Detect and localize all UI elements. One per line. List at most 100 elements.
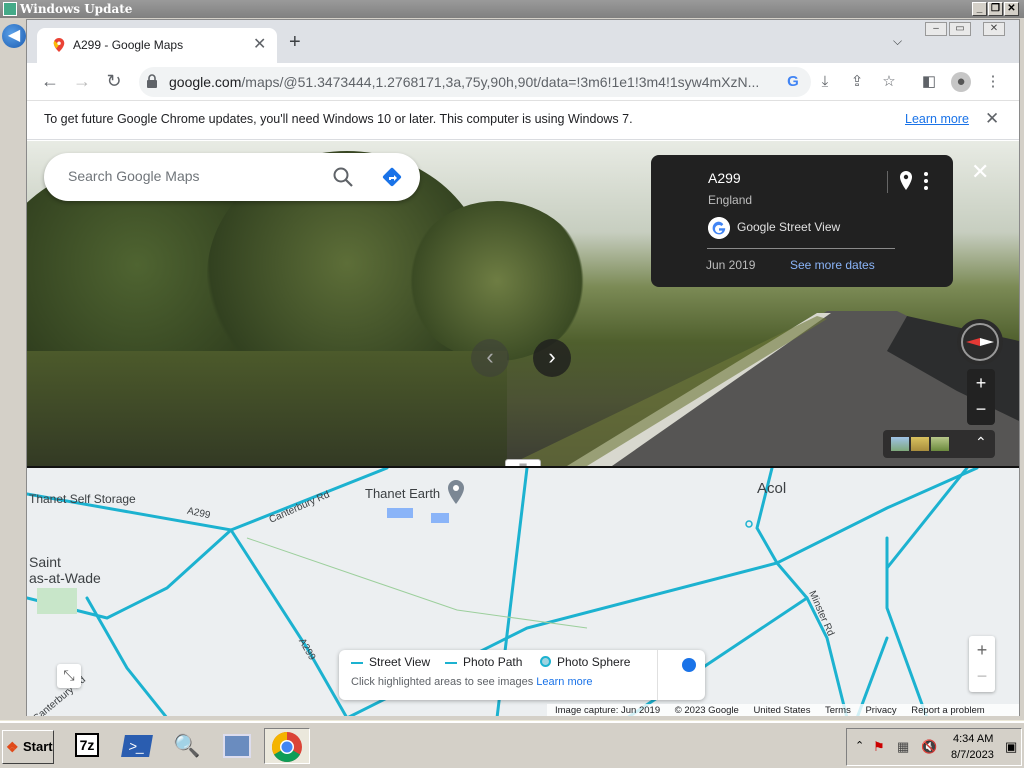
map-zoom-out-icon[interactable]: − bbox=[969, 664, 995, 692]
map-pin-icon[interactable] bbox=[899, 171, 913, 191]
powershell-icon[interactable]: >_ bbox=[118, 728, 156, 764]
street-view-zoom-control: + − bbox=[967, 369, 995, 425]
taskbar: ❖ Start 7z >_ 🔍 ⌃ ⚑ ▦ 🔇 4:34 AM 8/7/2023… bbox=[0, 721, 1024, 768]
restore-button[interactable]: ❐ bbox=[988, 2, 1003, 16]
map-label[interactable]: Thanet Self Storage bbox=[29, 492, 136, 506]
directions-icon[interactable] bbox=[380, 165, 404, 189]
show-desktop-icon[interactable]: ▣ bbox=[1005, 739, 1017, 755]
thumbnail[interactable] bbox=[931, 437, 949, 451]
thumbnail[interactable] bbox=[891, 437, 909, 451]
country-link[interactable]: United States bbox=[753, 705, 810, 716]
tab-title: A299 - Google Maps bbox=[73, 38, 184, 52]
tab-strip: A299 - Google Maps ✕ + ⌵ ‒ ▭ ✕ bbox=[27, 20, 1019, 63]
compass-icon[interactable] bbox=[957, 319, 1003, 365]
back-arrow-icon[interactable]: ◀ bbox=[2, 24, 26, 48]
place-pin-icon[interactable] bbox=[447, 480, 465, 504]
road-name: A299 bbox=[708, 170, 741, 186]
map-label[interactable]: Saint bbox=[29, 554, 61, 570]
map-label[interactable]: as-at-Wade bbox=[29, 570, 101, 586]
system-tray: ⌃ ⚑ ▦ 🔇 4:34 AM 8/7/2023 ▣ bbox=[846, 728, 1022, 766]
7zip-icon[interactable]: 7z bbox=[68, 728, 106, 764]
privacy-link[interactable]: Privacy bbox=[865, 705, 896, 716]
window-close-button[interactable]: ✕ bbox=[983, 22, 1005, 36]
tab-search-chevron-icon[interactable]: ⌵ bbox=[893, 34, 902, 49]
infobar-close-icon[interactable]: ✕ bbox=[985, 109, 999, 129]
profile-avatar-icon[interactable]: ● bbox=[951, 72, 971, 92]
nav-back-chevron-icon[interactable]: ‹ bbox=[471, 339, 509, 377]
side-panel-icon[interactable]: ◧ bbox=[919, 72, 939, 92]
bookmark-star-icon[interactable]: ☆ bbox=[879, 72, 899, 92]
search-tool-icon[interactable]: 🔍 bbox=[168, 728, 206, 764]
clock-time[interactable]: 4:34 AM bbox=[953, 733, 993, 745]
legend-learn-more-link[interactable]: Learn more bbox=[536, 676, 592, 688]
terms-link[interactable]: Terms bbox=[825, 705, 851, 716]
street-view-layer-toggle[interactable] bbox=[657, 650, 705, 700]
windows-update-icon bbox=[3, 2, 17, 16]
close-street-view-icon[interactable]: ✕ bbox=[971, 161, 989, 183]
street-view-info-card: A299 England Google Street View Jun 2019… bbox=[651, 155, 953, 287]
clock-date[interactable]: 8/7/2023 bbox=[951, 749, 994, 761]
thumbnail[interactable] bbox=[911, 437, 929, 451]
share-icon[interactable]: ⇪ bbox=[847, 72, 867, 92]
see-more-dates-link[interactable]: See more dates bbox=[790, 258, 875, 272]
browser-toolbar: ← → ↻ google.com/maps/@51.3473444,1.2768… bbox=[27, 63, 1019, 100]
lock-icon[interactable] bbox=[147, 74, 157, 88]
image-capture-text: Image capture: Jun 2019 bbox=[555, 705, 661, 716]
copyright-text: © 2023 Google bbox=[674, 705, 739, 716]
map-label[interactable]: Thanet Earth bbox=[365, 486, 440, 501]
start-label: Start bbox=[23, 739, 53, 754]
zoom-in-icon[interactable]: + bbox=[967, 369, 995, 397]
map-zoom-in-icon[interactable]: + bbox=[969, 636, 995, 664]
collapse-icon[interactable]: ⤡ bbox=[57, 664, 81, 688]
zoom-out-icon[interactable]: − bbox=[967, 397, 995, 425]
windows-logo-icon: ❖ bbox=[6, 739, 19, 755]
address-bar[interactable]: google.com/maps/@51.3473444,1.2768171,3a… bbox=[139, 67, 811, 97]
legend-street-view: Street View bbox=[369, 655, 431, 669]
tab-close-icon[interactable]: ✕ bbox=[253, 34, 266, 54]
map-zoom-control: + − bbox=[969, 636, 995, 692]
more-options-icon[interactable] bbox=[923, 171, 929, 191]
reload-icon[interactable]: ↻ bbox=[102, 69, 126, 93]
close-button[interactable]: ✕ bbox=[1004, 2, 1019, 16]
show-hidden-icons-icon[interactable]: ⌃ bbox=[855, 739, 864, 752]
action-center-icon[interactable]: ⚑ bbox=[873, 739, 885, 755]
imagery-thumbnails[interactable]: ⌃ bbox=[883, 430, 995, 458]
window-maximize-button[interactable]: ▭ bbox=[949, 22, 971, 36]
tab-google-maps[interactable]: A299 - Google Maps ✕ bbox=[37, 28, 277, 63]
nav-forward-chevron-icon[interactable]: › bbox=[533, 339, 571, 377]
map-canvas[interactable]: Thanet Self Storage Thanet Earth Acol Sa… bbox=[27, 466, 1019, 716]
legend-photo-sphere: Photo Sphere bbox=[557, 655, 631, 669]
imagery-source: Google Street View bbox=[737, 220, 841, 234]
toggle-knob[interactable] bbox=[682, 658, 696, 672]
google-lens-icon[interactable]: G bbox=[783, 72, 803, 92]
legend-hint: Click highlighted areas to see images Le… bbox=[351, 676, 593, 688]
new-tab-button[interactable]: + bbox=[289, 32, 301, 52]
url-text: google.com/maps/@51.3473444,1.2768171,3a… bbox=[169, 74, 760, 90]
photo-path-line-icon bbox=[445, 662, 457, 664]
minimize-button[interactable]: _ bbox=[972, 2, 987, 16]
search-input[interactable]: Search Google Maps bbox=[68, 168, 200, 184]
search-box[interactable]: Search Google Maps bbox=[44, 153, 420, 201]
infobar-learn-more-link[interactable]: Learn more bbox=[905, 112, 969, 126]
report-problem-link[interactable]: Report a problem bbox=[911, 705, 984, 716]
start-button[interactable]: ❖ Start bbox=[2, 730, 54, 764]
chrome-window: A299 - Google Maps ✕ + ⌵ ‒ ▭ ✕ ← → ↻ goo… bbox=[26, 19, 1020, 716]
window-minimize-button[interactable]: ‒ bbox=[925, 22, 947, 36]
update-infobar: To get future Google Chrome updates, you… bbox=[27, 100, 1019, 140]
forward-icon[interactable]: → bbox=[70, 69, 94, 93]
network-icon[interactable]: ▦ bbox=[897, 739, 909, 755]
network-tool-icon[interactable] bbox=[218, 728, 256, 764]
map-label[interactable]: Acol bbox=[757, 480, 786, 497]
photo-sphere-dot-icon bbox=[540, 656, 551, 667]
chrome-icon[interactable] bbox=[264, 728, 310, 764]
search-icon[interactable] bbox=[332, 166, 354, 188]
chrome-menu-icon[interactable]: ⋮ bbox=[983, 72, 1003, 92]
install-app-icon[interactable]: ⤓ bbox=[815, 72, 835, 92]
card-divider bbox=[887, 171, 888, 193]
back-icon[interactable]: ← bbox=[38, 69, 62, 93]
expand-chevron-icon[interactable]: ⌃ bbox=[975, 434, 987, 451]
street-view-panorama[interactable]: Search Google Maps A299 England Google S… bbox=[27, 141, 1019, 466]
resize-handle[interactable]: ═ bbox=[505, 459, 541, 466]
volume-muted-icon[interactable]: 🔇 bbox=[921, 739, 937, 755]
maps-pin-icon bbox=[53, 38, 65, 52]
